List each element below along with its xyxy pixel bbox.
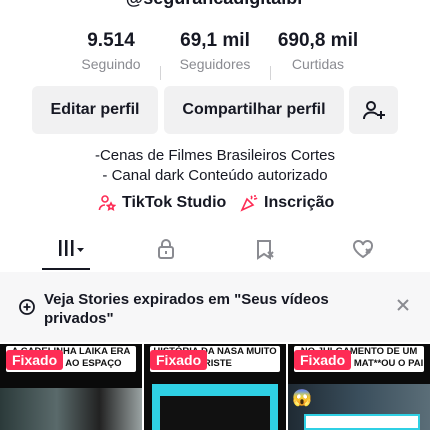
thumbnail-text-box (304, 414, 420, 430)
followers-label: Seguidores (179, 56, 251, 72)
signup-link[interactable]: Inscrição (240, 194, 334, 212)
signup-label: Inscrição (264, 194, 335, 211)
add-friend-button[interactable] (349, 86, 398, 134)
thumbnail-screen (160, 396, 270, 430)
tiktok-studio-label: TikTok Studio (122, 194, 227, 211)
active-tab-indicator (42, 268, 90, 270)
likes-stat[interactable]: 690,8 mil Curtidas (263, 30, 373, 72)
video-grid: A CADELINHA LAIKA ERA ENVIADA AO ESPAÇO … (0, 344, 430, 430)
video-tile[interactable]: HISTÓRIA DA NASA MUITO TRISTE Fixado (144, 344, 286, 430)
bio-line-2: - Canal dark Conteúdo autorizado (102, 167, 328, 184)
following-stat[interactable]: 9.514 Seguindo (56, 30, 166, 72)
shocked-emoji-icon: 😱 (292, 390, 312, 407)
following-label: Seguindo (81, 56, 141, 72)
tab-videos[interactable] (42, 228, 102, 270)
bio-line-1: -Cenas de Filmes Brasileiros Cortes (94, 147, 336, 164)
pinned-badge: Fixado (294, 350, 352, 370)
profile-bio: -Cenas de Filmes Brasileiros Cortes - Ca… (0, 146, 430, 186)
pinned-badge: Fixado (6, 350, 64, 370)
close-icon[interactable] (396, 298, 410, 312)
likes-count: 690,8 mil (277, 30, 359, 51)
followers-stat[interactable]: 69,1 mil Seguidores (160, 30, 270, 72)
bookmark-icon (257, 240, 274, 260)
story-plus-icon (19, 299, 35, 315)
studio-person-star-icon (98, 195, 116, 212)
tab-private[interactable] (136, 228, 196, 270)
likes-label: Curtidas (291, 56, 345, 72)
liked-heart-icon (353, 239, 373, 259)
banner-text: Veja Stories expirados em "Seus vídeos p… (44, 291, 329, 327)
tiktok-studio-link[interactable]: TikTok Studio (98, 194, 226, 212)
profile-handle: @segurancadigitalbr (0, 0, 430, 9)
add-person-icon (362, 101, 385, 120)
lock-icon (158, 239, 174, 259)
edit-profile-button[interactable]: Editar perfil (32, 86, 158, 134)
tab-liked[interactable] (333, 228, 393, 270)
signup-spark-icon (240, 195, 258, 212)
stories-banner[interactable]: Veja Stories expirados em "Seus vídeos p… (0, 272, 430, 342)
share-profile-button[interactable]: Compartilhar perfil (164, 86, 344, 134)
video-thumbnail (0, 388, 142, 430)
video-tile[interactable]: NO JULGAMENTO DE UM JOVEM QUE MAT**OU O … (288, 344, 430, 430)
profile-tabs (0, 228, 430, 273)
video-tile[interactable]: A CADELINHA LAIKA ERA ENVIADA AO ESPAÇO … (0, 344, 142, 430)
following-count: 9.514 (87, 30, 135, 51)
profile-stats: 9.514 Seguindo 69,1 mil Seguidores 690,8… (0, 30, 430, 80)
tab-saved[interactable] (235, 228, 295, 270)
pinned-badge: Fixado (150, 350, 208, 370)
grid-icon (59, 240, 84, 256)
profile-links: TikTok Studio Inscrição (0, 194, 430, 218)
followers-count: 69,1 mil (180, 30, 250, 51)
